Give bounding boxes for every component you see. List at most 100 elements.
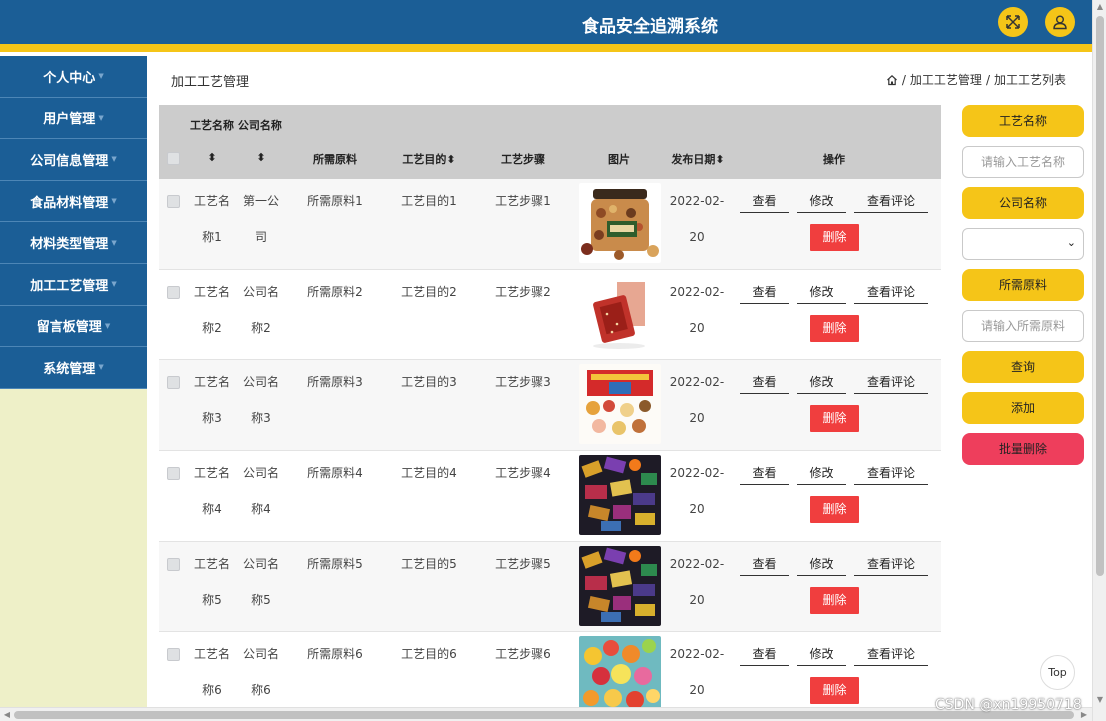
row-checkbox[interactable]	[167, 557, 180, 571]
material-cell: 所需原料3	[307, 375, 363, 390]
chevron-down-icon: ⌄	[1066, 236, 1076, 249]
delete-button[interactable]: 删除	[810, 677, 859, 705]
app-title: 食品安全追溯系统	[582, 17, 718, 37]
purpose-cell: 工艺目的2	[401, 284, 457, 299]
steps-cell: 工艺步骤1	[495, 194, 551, 208]
material-cell: 所需原料1	[307, 194, 363, 208]
company-select[interactable]: ⌄	[962, 228, 1084, 260]
view-button[interactable]: 查看	[740, 189, 789, 213]
caret-down-icon: ▼	[98, 113, 104, 122]
select-all-checkbox[interactable]	[167, 152, 180, 165]
caret-down-icon: ▼	[98, 363, 104, 372]
sidebar-item-personal-center[interactable]: 个人中心 ▼	[0, 56, 147, 98]
caret-down-icon: ▼	[111, 280, 117, 289]
watermark: CSDN @xn19950718	[935, 697, 1082, 713]
table-body: 工艺名 称1 第一公司所需原料1 工艺目的1 工艺步骤1 2022-02- 20 查看 修改 查看…	[159, 179, 941, 707]
scroll-up-icon[interactable]: ▲	[1096, 3, 1104, 11]
date-cell: 2022-02- 20	[669, 284, 725, 335]
view-comments-button[interactable]: 查看评论	[854, 552, 928, 576]
view-button[interactable]: 查看	[740, 370, 789, 395]
main-content: 加工工艺管理 / 加工工艺管理 / 加工工艺列表 工艺名称 公司名称 ⬍ ⬍ 所…	[147, 52, 1092, 707]
edit-button[interactable]: 修改	[797, 642, 846, 667]
view-comments-button[interactable]: 查看评论	[854, 642, 928, 667]
edit-button[interactable]: 修改	[797, 189, 846, 213]
sidebar-item-processing[interactable]: 加工工艺管理 ▼	[0, 263, 147, 306]
delete-button[interactable]: 删除	[810, 224, 859, 251]
edit-button[interactable]: 修改	[797, 370, 846, 395]
view-comments-button[interactable]: 查看评论	[854, 280, 928, 304]
process-name-cell: 工艺名 称2	[193, 284, 230, 335]
home-icon[interactable]	[886, 74, 898, 86]
batch-delete-button[interactable]: 批量删除	[962, 433, 1084, 465]
caret-down-icon: ▼	[111, 155, 117, 164]
view-comments-button[interactable]: 查看评论	[854, 370, 928, 395]
name-search-input[interactable]: 请输入工艺名称	[962, 146, 1084, 178]
view-button[interactable]: 查看	[740, 461, 789, 486]
edit-button[interactable]: 修改	[797, 461, 846, 486]
table-row: 工艺名 称6 公司名 称6 所需原料6 工艺目的6 工艺步骤6 2022-02- 20 查看 修改查…	[159, 632, 941, 707]
view-comments-button[interactable]: 查看评论	[854, 189, 928, 213]
product-image	[579, 183, 661, 263]
view-button[interactable]: 查看	[740, 280, 789, 304]
process-name-cell: 工艺名 称6	[193, 647, 230, 698]
view-button[interactable]: 查看	[740, 552, 789, 576]
query-button[interactable]: 查询	[962, 351, 1084, 383]
caret-down-icon: ▼	[111, 238, 117, 247]
date-cell: 2022-02- 20	[669, 556, 725, 607]
scroll-thumb[interactable]	[14, 711, 1074, 719]
process-name-cell: 工艺名 称4	[193, 466, 230, 517]
add-button[interactable]: 添加	[962, 392, 1084, 424]
view-button[interactable]: 查看	[740, 642, 789, 667]
material-search-input[interactable]: 请输入所需原料	[962, 310, 1084, 342]
sidebar-item-label: 食品材料管理	[30, 195, 109, 211]
back-to-top-button[interactable]: Top	[1040, 655, 1075, 690]
sort-name-icon[interactable]: ⬍	[199, 151, 225, 164]
sidebar-item-system[interactable]: 系统管理 ▼	[0, 347, 147, 389]
sidebar-item-company-info[interactable]: 公司信息管理 ▼	[0, 139, 147, 181]
edit-button[interactable]: 修改	[797, 552, 846, 576]
row-checkbox[interactable]	[167, 285, 180, 299]
steps-cell: 工艺步骤6	[495, 647, 551, 662]
column-header-date[interactable]: 发布日期⬍	[665, 151, 731, 167]
user-icon	[1053, 15, 1067, 30]
edit-button[interactable]: 修改	[797, 280, 846, 304]
delete-button[interactable]: 删除	[810, 314, 859, 342]
delete-button[interactable]: 删除	[810, 586, 859, 614]
fullscreen-button[interactable]	[998, 7, 1028, 37]
user-button[interactable]	[1045, 7, 1075, 37]
material-cell: 所需原料4	[307, 466, 363, 481]
scroll-left-icon[interactable]: ◀	[3, 711, 11, 719]
table-row: 工艺名 称3 公司名 称3 所需原料3 工艺目的3 工艺步骤3 2022-02- 20 查看 修改查…	[159, 360, 941, 452]
company-name-cell: 第一公司	[242, 194, 279, 244]
delete-button[interactable]: 删除	[810, 405, 859, 433]
date-cell: 2022-02- 20	[669, 647, 725, 698]
sidebar-item-food-materials[interactable]: 食品材料管理 ▼	[0, 180, 147, 223]
delete-button[interactable]: 删除	[810, 496, 859, 524]
expand-icon	[1006, 15, 1020, 29]
product-image	[579, 455, 661, 536]
sidebar-item-users[interactable]: 用户管理 ▼	[0, 97, 147, 140]
sidebar-item-label: 公司信息管理	[30, 153, 109, 169]
vertical-scrollbar[interactable]: ▲ ▼	[1092, 0, 1106, 721]
process-name-cell: 工艺名 称1	[193, 194, 230, 244]
column-header-purpose[interactable]: 工艺目的⬍	[395, 151, 463, 167]
row-checkbox[interactable]	[167, 195, 180, 208]
column-header-label: 工艺目的	[402, 153, 447, 166]
horizontal-scrollbar[interactable]: ◀ ▶	[0, 707, 1092, 721]
row-checkbox[interactable]	[167, 376, 180, 390]
sidebar-item-label: 系统管理	[43, 361, 96, 377]
column-header-steps: 工艺步骤	[501, 153, 545, 166]
sidebar-item-label: 加工工艺管理	[30, 278, 109, 294]
date-cell: 2022-02- 20	[669, 194, 725, 244]
row-checkbox[interactable]	[167, 467, 180, 481]
company-name-cell: 公司名 称6	[242, 647, 279, 698]
row-checkbox[interactable]	[167, 648, 180, 662]
sidebar-item-material-types[interactable]: 材料类型管理 ▼	[0, 222, 147, 264]
scroll-thumb[interactable]	[1096, 16, 1104, 576]
sort-company-icon[interactable]: ⬍	[248, 151, 274, 164]
sidebar-item-message-board[interactable]: 留言板管理 ▼	[0, 305, 147, 348]
breadcrumb-item-processing[interactable]: 加工工艺管理	[910, 71, 982, 88]
scroll-down-icon[interactable]: ▼	[1096, 696, 1104, 704]
table-row: 工艺名 称1 第一公司 所需原料1 工艺目的1 工艺步骤1 2022-02- 20 查看 修改 查看…	[159, 179, 941, 270]
view-comments-button[interactable]: 查看评论	[854, 461, 928, 486]
